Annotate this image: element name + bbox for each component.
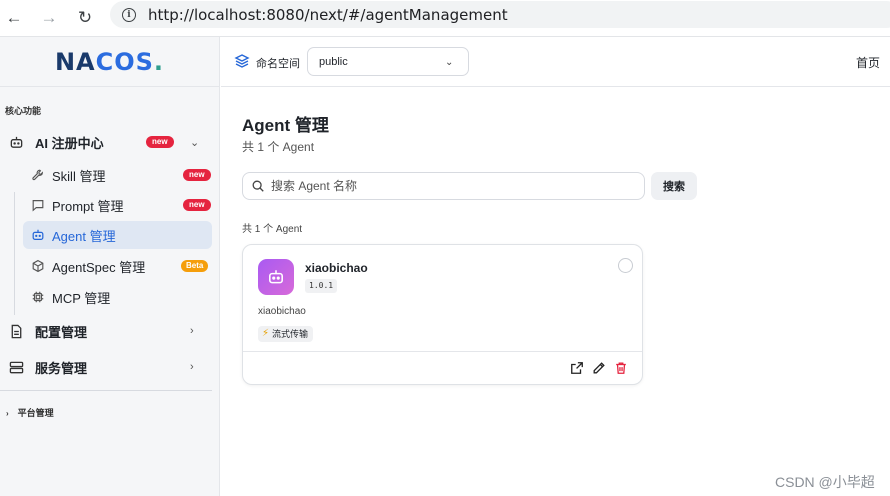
reload-icon[interactable]: ↻	[74, 7, 96, 29]
address-bar[interactable]: i http://localhost:8080/next/#/agentMana…	[110, 1, 890, 28]
sidebar-item-agentspec[interactable]: AgentSpec 管理 Beta	[23, 252, 212, 280]
search-input[interactable]	[271, 177, 631, 195]
search-button[interactable]: 搜索	[651, 172, 697, 200]
version-tag: 1.0.1	[305, 279, 338, 293]
sidebar-item-label: Skill 管理	[52, 168, 106, 184]
robot-icon	[31, 228, 45, 242]
submenu-guide-line	[14, 192, 15, 315]
back-arrow-icon[interactable]: ←	[3, 7, 25, 29]
open-external-icon[interactable]	[569, 360, 585, 376]
sidebar-item-label: Agent 管理	[52, 228, 116, 244]
card-divider	[243, 351, 642, 352]
agent-name[interactable]: xiaobichao	[305, 261, 368, 275]
robot-icon	[269, 270, 283, 284]
watermark: CSDN @小毕超	[775, 474, 875, 490]
delete-trash-icon[interactable]	[613, 360, 629, 376]
sidebar-divider	[0, 390, 212, 391]
streaming-tag: ⚡ 流式传输	[258, 326, 314, 342]
page-subtitle: 共 1 个 Agent	[242, 140, 315, 154]
new-badge: new	[146, 136, 174, 148]
sidebar-item-label: MCP 管理	[52, 290, 111, 306]
result-count: 共 1 个 Agent	[242, 224, 303, 235]
section-title-core: 核心功能	[5, 106, 42, 116]
sidebar-item-ai-registry[interactable]: AI 注册中心 new ⌄	[0, 127, 220, 157]
sidebar-item-label: 平台管理	[17, 408, 54, 418]
search-box[interactable]	[242, 172, 645, 200]
new-badge: new	[183, 199, 211, 211]
home-link[interactable]: 首页	[856, 54, 880, 71]
sidebar-item-service[interactable]: 服务管理 ›	[0, 352, 220, 382]
robot-icon	[8, 134, 24, 150]
top-header: 命名空间 public ⌄ 首页	[221, 37, 890, 87]
agent-avatar	[258, 259, 294, 295]
sidebar-item-skill[interactable]: Skill 管理 new	[23, 161, 212, 189]
cube-icon	[31, 259, 45, 273]
sidebar-item-label: AgentSpec 管理	[52, 259, 146, 275]
nacos-logo: NACOS.	[54, 47, 165, 76]
chevron-right-icon: ›	[6, 409, 9, 418]
logo[interactable]: NACOS.	[0, 37, 219, 87]
chevron-down-icon: ⌄	[445, 57, 454, 68]
chip-icon	[31, 290, 45, 304]
page-title: Agent 管理	[242, 116, 329, 135]
edit-pencil-icon[interactable]	[591, 360, 607, 376]
lightning-icon: ⚡	[262, 328, 270, 339]
layers-icon	[234, 53, 250, 69]
search-icon	[251, 179, 265, 193]
chevron-down-icon[interactable]: ⌄	[190, 136, 199, 149]
sidebar-item-label: Prompt 管理	[52, 198, 124, 214]
sidebar-item-label: 服务管理	[35, 360, 88, 376]
sidebar-item-agent[interactable]: Agent 管理	[23, 221, 212, 249]
document-icon	[8, 323, 24, 339]
sidebar-item-config[interactable]: 配置管理 ›	[0, 316, 220, 346]
wrench-icon	[31, 168, 45, 182]
site-info-icon[interactable]: i	[122, 7, 136, 22]
forward-arrow-icon[interactable]: →	[38, 7, 60, 29]
chevron-right-icon[interactable]: ›	[190, 361, 194, 373]
sidebar-item-label: 配置管理	[35, 324, 88, 340]
browser-toolbar: ← → ↻ i http://localhost:8080/next/#/age…	[0, 0, 890, 37]
chevron-right-icon[interactable]: ›	[190, 325, 194, 337]
sidebar-item-prompt[interactable]: Prompt 管理 new	[23, 191, 212, 219]
tag-label: 流式传输	[272, 329, 309, 339]
server-icon	[8, 359, 24, 375]
select-radio[interactable]	[618, 258, 633, 273]
namespace-label: 命名空间	[256, 58, 300, 70]
url-text[interactable]: http://localhost:8080/next/#/agentManage…	[148, 6, 508, 24]
sidebar-item-mcp[interactable]: MCP 管理	[23, 283, 212, 311]
sidebar: NACOS. 核心功能 AI 注册中心 new ⌄ Skill 管理 new P…	[0, 37, 220, 496]
agent-card[interactable]: xiaobichao 1.0.1 xiaobichao ⚡ 流式传输	[242, 244, 643, 385]
agent-description: xiaobichao	[258, 306, 306, 317]
sidebar-item-label: AI 注册中心	[35, 135, 104, 151]
sidebar-item-platform[interactable]: › 平台管理	[6, 406, 54, 419]
beta-badge: Beta	[181, 260, 209, 272]
main-content: Agent 管理 共 1 个 Agent 搜索 共 1 个 Agent xiao…	[221, 88, 890, 496]
namespace-select[interactable]: public ⌄	[307, 47, 469, 76]
chat-bubble-icon	[31, 198, 45, 212]
namespace-value: public	[319, 56, 348, 68]
new-badge: new	[183, 169, 211, 181]
